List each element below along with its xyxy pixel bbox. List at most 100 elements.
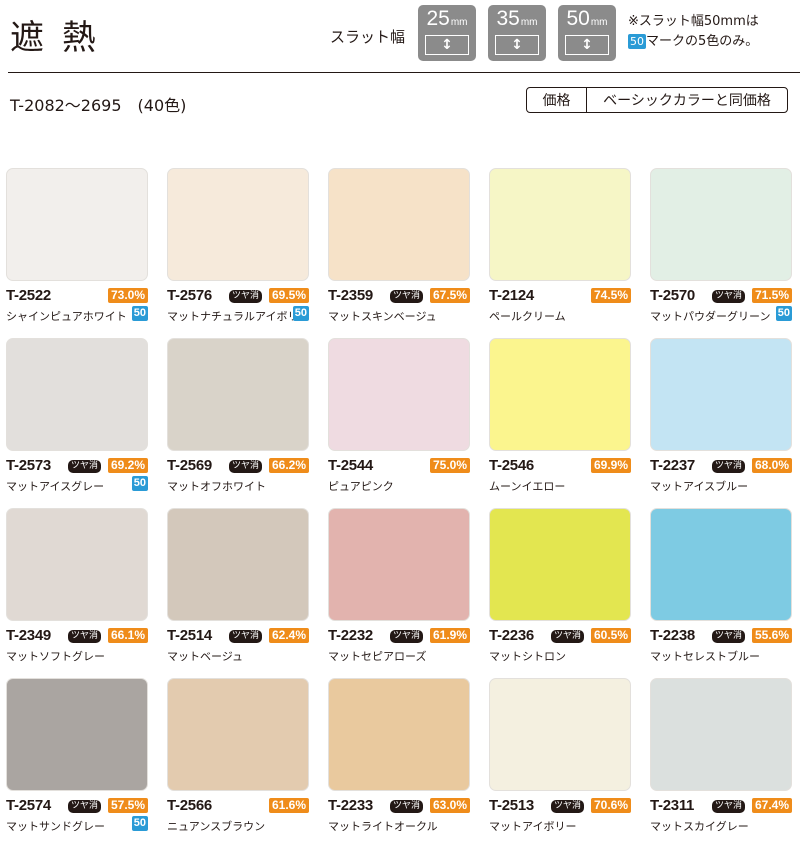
color-swatch[interactable] xyxy=(6,168,148,281)
slat-width-label: スラット幅 xyxy=(330,28,406,46)
matte-badge: ツヤ消 xyxy=(712,460,746,473)
heat-shield-rate-badge: 61.6% xyxy=(268,798,309,813)
color-swatch-card[interactable]: T-2238 ツヤ消 55.6% マットセレストブルー xyxy=(650,508,792,668)
color-swatch-card[interactable]: T-2566 61.6% ニュアンスブラウン xyxy=(167,678,309,838)
color-swatch[interactable] xyxy=(167,168,309,281)
color-code: T-2233 xyxy=(328,797,373,814)
color-swatch-card[interactable]: T-2233 ツヤ消 63.0% マットライトオークル xyxy=(328,678,470,838)
color-name: マットアイスグレー xyxy=(6,480,105,493)
color-code: T-2124 xyxy=(489,287,534,304)
color-swatch-card[interactable]: T-2236 ツヤ消 60.5% マットシトロン xyxy=(489,508,631,668)
color-swatch[interactable] xyxy=(328,338,470,451)
slat-value: 35 xyxy=(496,7,520,30)
color-name: マットパウダーグリーン xyxy=(650,310,771,323)
color-swatch-card[interactable]: T-2359 ツヤ消 67.5% マットスキンベージュ xyxy=(328,168,470,328)
color-swatch[interactable] xyxy=(489,678,631,791)
color-swatch[interactable] xyxy=(650,168,792,281)
color-name: マットライトオークル xyxy=(328,820,438,833)
heat-shield-rate-badge: 75.0% xyxy=(429,458,470,473)
price-box: 価格 ベーシックカラーと同価格 xyxy=(526,87,788,113)
color-code: T-2546 xyxy=(489,457,534,474)
color-code: T-2570 xyxy=(650,287,695,304)
color-name: マットアイスブルー xyxy=(650,480,749,493)
color-swatch-card[interactable]: T-2544 75.0% ピュアピンク xyxy=(328,338,470,498)
color-swatch[interactable] xyxy=(650,508,792,621)
color-swatch-card[interactable]: T-2573 ツヤ消 69.2% マットアイスグレー 50 xyxy=(6,338,148,498)
badge-50-icon: 50 xyxy=(131,476,148,491)
color-code: T-2574 xyxy=(6,797,51,814)
page-title: 遮熱 xyxy=(10,18,114,58)
color-name: シャインピュアホワイト xyxy=(6,310,127,323)
color-swatch[interactable] xyxy=(328,678,470,791)
color-swatch[interactable] xyxy=(6,678,148,791)
color-swatch-card[interactable]: T-2546 69.9% ムーンイエロー xyxy=(489,338,631,498)
color-swatch[interactable] xyxy=(167,338,309,451)
heat-shield-rate-badge: 61.9% xyxy=(429,628,470,643)
color-name: マットセレストブルー xyxy=(650,650,760,663)
vertical-arrow-icon: ↕ xyxy=(495,35,539,55)
color-swatch-card[interactable]: T-2513 ツヤ消 70.6% マットアイボリー xyxy=(489,678,631,838)
matte-badge: ツヤ消 xyxy=(551,630,585,643)
heat-shield-rate-badge: 67.5% xyxy=(429,288,470,303)
color-swatch-card[interactable]: T-2576 ツヤ消 69.5% マットナチュラルアイボリー 50 xyxy=(167,168,309,328)
color-name: ニュアンスブラウン xyxy=(167,820,266,833)
badge-50-icon: 50 xyxy=(131,306,148,321)
slat-unit: mm xyxy=(520,17,538,28)
header-divider xyxy=(8,72,800,73)
matte-badge: ツヤ消 xyxy=(68,800,102,813)
matte-badge: ツヤ消 xyxy=(229,290,263,303)
heat-shield-rate-badge: 69.2% xyxy=(107,458,148,473)
color-swatch-card[interactable]: T-2574 ツヤ消 57.5% マットサンドグレー 50 xyxy=(6,678,148,838)
color-swatch[interactable] xyxy=(328,168,470,281)
color-swatch[interactable] xyxy=(650,338,792,451)
color-code: T-2544 xyxy=(328,457,373,474)
heat-shield-rate-badge: 57.5% xyxy=(107,798,148,813)
color-swatch-card[interactable]: T-2311 ツヤ消 67.4% マットスカイグレー xyxy=(650,678,792,838)
color-swatch-card[interactable]: T-2522 73.0% シャインピュアホワイト 50 xyxy=(6,168,148,328)
color-code: T-2359 xyxy=(328,287,373,304)
color-name: マットスカイグレー xyxy=(650,820,749,833)
matte-badge: ツヤ消 xyxy=(712,630,746,643)
color-swatch[interactable] xyxy=(489,338,631,451)
color-swatch-card[interactable]: T-2514 ツヤ消 62.4% マットベージュ xyxy=(167,508,309,668)
color-name: マットセピアローズ xyxy=(328,650,427,663)
color-swatch-card[interactable]: T-2124 74.5% ペールクリーム xyxy=(489,168,631,328)
heat-shield-rate-badge: 66.2% xyxy=(268,458,309,473)
color-swatch[interactable] xyxy=(6,508,148,621)
color-code: T-2573 xyxy=(6,457,51,474)
color-code: T-2311 xyxy=(650,797,695,814)
color-swatch-card[interactable]: T-2232 ツヤ消 61.9% マットセピアローズ xyxy=(328,508,470,668)
heat-shield-rate-badge: 67.4% xyxy=(751,798,792,813)
color-code: T-2513 xyxy=(489,797,534,814)
matte-badge: ツヤ消 xyxy=(712,800,746,813)
heat-shield-rate-badge: 69.5% xyxy=(268,288,309,303)
color-name: マットナチュラルアイボリー xyxy=(167,310,310,323)
heat-shield-rate-badge: 60.5% xyxy=(590,628,631,643)
series-range: T-2082〜2695 (40色) xyxy=(10,96,187,115)
color-code: T-2514 xyxy=(167,627,212,644)
color-swatch-card[interactable]: T-2570 ツヤ消 71.5% マットパウダーグリーン 50 xyxy=(650,168,792,328)
slat-35mm-badge: 35mm ↕ xyxy=(488,5,546,61)
color-name: マットソフトグレー xyxy=(6,650,105,663)
matte-badge: ツヤ消 xyxy=(712,290,746,303)
color-swatch-card[interactable]: T-2237 ツヤ消 68.0% マットアイスブルー xyxy=(650,338,792,498)
heat-shield-rate-badge: 69.9% xyxy=(590,458,631,473)
color-code: T-2232 xyxy=(328,627,373,644)
color-swatch-card[interactable]: T-2569 ツヤ消 66.2% マットオフホワイト xyxy=(167,338,309,498)
color-swatch[interactable] xyxy=(167,678,309,791)
color-swatch[interactable] xyxy=(328,508,470,621)
color-name: マットオフホワイト xyxy=(167,480,266,493)
color-name: ピュアピンク xyxy=(328,480,394,493)
color-swatch[interactable] xyxy=(489,168,631,281)
color-swatch[interactable] xyxy=(489,508,631,621)
color-code: T-2566 xyxy=(167,797,212,814)
color-swatch-card[interactable]: T-2349 ツヤ消 66.1% マットソフトグレー xyxy=(6,508,148,668)
color-name: マットアイボリー xyxy=(489,820,577,833)
color-swatch[interactable] xyxy=(650,678,792,791)
slat-value: 50 xyxy=(566,7,590,30)
matte-badge: ツヤ消 xyxy=(390,290,424,303)
color-swatch[interactable] xyxy=(167,508,309,621)
matte-badge: ツヤ消 xyxy=(390,630,424,643)
color-swatch[interactable] xyxy=(6,338,148,451)
matte-badge: ツヤ消 xyxy=(229,460,263,473)
